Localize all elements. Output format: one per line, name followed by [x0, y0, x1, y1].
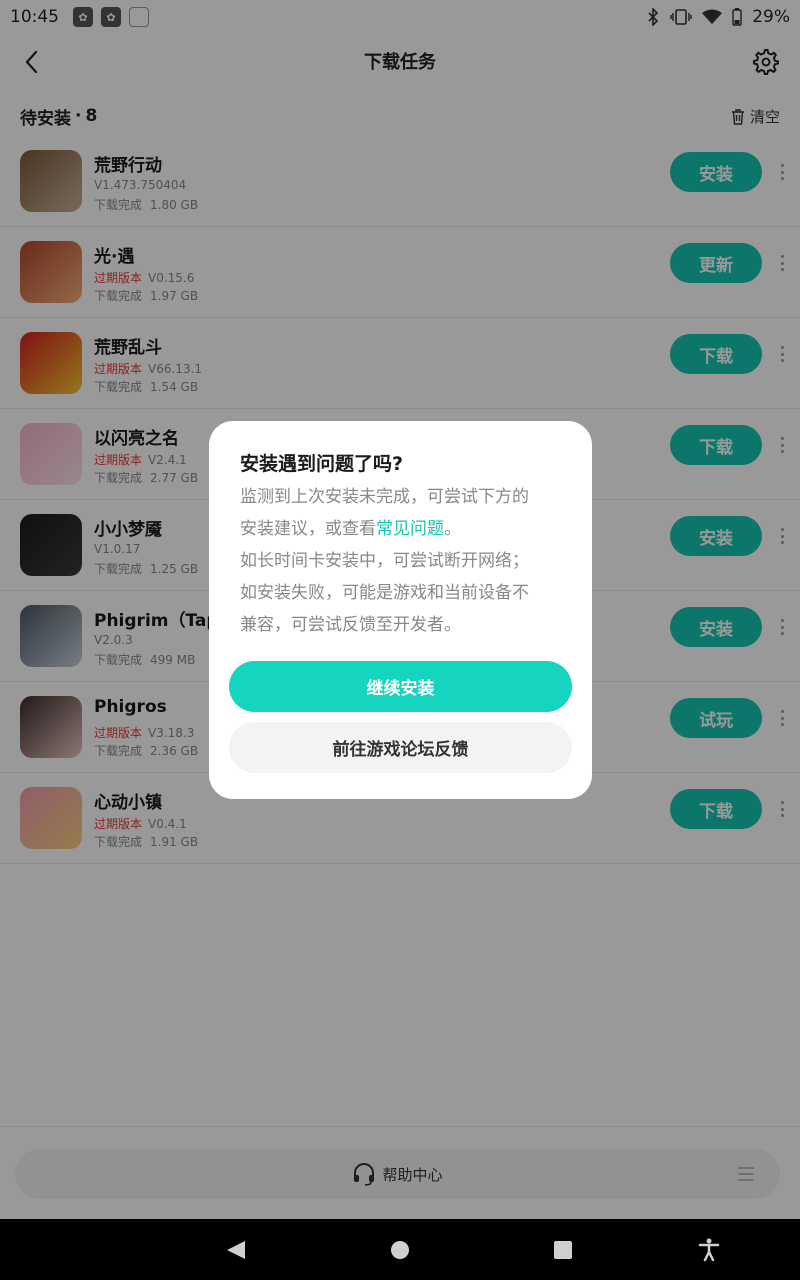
nav-recents-icon [554, 1241, 572, 1259]
dialog-line: 如长时间卡安装中，可尝试断开网络； [240, 551, 529, 571]
dialog-text: 。 [444, 519, 461, 539]
dialog-line: 兼容，可尝试反馈至开发者。 [240, 615, 461, 635]
continue-install-button[interactable]: 继续安装 [229, 661, 572, 712]
faq-link[interactable]: 常见问题 [376, 519, 444, 539]
forum-feedback-button[interactable]: 前往游戏论坛反馈 [229, 722, 572, 773]
dialog-line: 安装建议，或查看常见问题。 [240, 513, 570, 545]
nav-home-icon [391, 1241, 409, 1259]
dialog-title: 安装遇到问题了吗? [240, 453, 404, 475]
dialog-line: 如安装失败，可能是游戏和当前设备不 [240, 583, 529, 603]
dialog-body: 监测到上次安装未完成，可尝试下方的 安装建议，或查看常见问题。 如长时间卡安装中… [240, 481, 570, 641]
system-nav-bar [0, 1219, 800, 1280]
nav-recents-button[interactable] [550, 1237, 576, 1263]
nav-back-icon [227, 1241, 245, 1259]
accessibility-icon [698, 1238, 720, 1262]
dialog-line: 监测到上次安装未完成，可尝试下方的 [240, 487, 529, 507]
nav-back-button[interactable] [223, 1237, 249, 1263]
dialog-text: 安装建议，或查看 [240, 519, 376, 539]
install-problem-dialog: 安装遇到问题了吗? 监测到上次安装未完成，可尝试下方的 安装建议，或查看常见问题… [209, 421, 592, 799]
nav-home-button[interactable] [387, 1237, 413, 1263]
accessibility-button[interactable] [696, 1237, 722, 1263]
